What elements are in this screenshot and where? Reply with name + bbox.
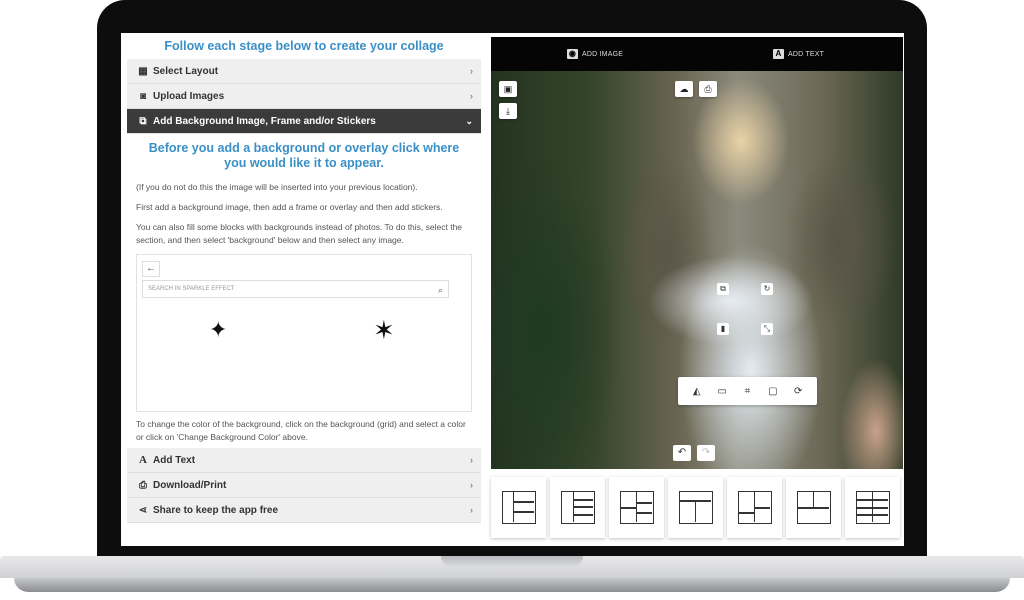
layout-option[interactable] [668, 477, 723, 538]
fill-color-icon[interactable]: ◭ [690, 386, 704, 397]
layout-grid-icon [737, 491, 772, 524]
layout-grid-icon [855, 491, 890, 524]
back-arrow-icon[interactable]: ← [142, 261, 160, 277]
print-icon[interactable]: ⎙ [699, 81, 717, 97]
add-text-label: ADD TEXT [788, 50, 825, 58]
crop-icon[interactable]: ⌗ [740, 386, 754, 397]
sparkle-sticker-2[interactable]: ✶ [373, 317, 395, 343]
printer-icon: ⎙ [139, 479, 147, 491]
editor-panel: ◉ ADD IMAGE A ADD TEXT ▣ ⤓ ☁ ⎙ ⧉ ↻ ▮ ⤡ ◭… [491, 37, 903, 546]
camera-icon: ◙ [139, 90, 147, 102]
editor-topbar: ◉ ADD IMAGE A ADD TEXT [491, 37, 903, 71]
camera-icon: ◉ [567, 49, 578, 59]
search-icon: ⌕ [437, 285, 443, 295]
refresh-icon[interactable]: ⟳ [791, 386, 805, 397]
layout-option[interactable] [609, 477, 664, 538]
layout-picker [491, 477, 903, 543]
share-icon: ⋖ [138, 504, 148, 516]
add-text-button[interactable]: A ADD TEXT [773, 49, 824, 59]
chevron-right-icon: › [470, 66, 473, 76]
frame-icon[interactable]: ▢ [766, 386, 780, 397]
chevron-down-icon: ⌄ [465, 115, 473, 126]
step-label: Add Background Image, Frame and/or Stick… [153, 115, 376, 127]
step-label: Share to keep the app free [153, 504, 279, 516]
instruction-text: First add a background image, then add a… [136, 202, 443, 212]
redo-icon[interactable]: ↷ [697, 445, 715, 461]
instruction-text: You can also fill some blocks with backg… [136, 222, 463, 245]
page-title: Follow each stage below to create your c… [164, 39, 444, 53]
layout-option[interactable] [845, 477, 900, 538]
collage-canvas[interactable]: ▣ ⤓ ☁ ⎙ ⧉ ↻ ▮ ⤡ ◭ ▭ ⌗ ▢ ⟳ ↶ ↷ [491, 71, 903, 469]
chevron-right-icon: › [470, 480, 473, 490]
step-add-background[interactable]: ⧉ Add Background Image, Frame and/or Sti… [127, 109, 481, 134]
undo-icon[interactable]: ↶ [673, 445, 691, 461]
laptop-base [0, 556, 1024, 596]
delete-icon[interactable]: ▮ [717, 323, 729, 335]
instruction-text: (If you do not do this the image will be… [136, 182, 418, 192]
layout-grid-icon [678, 491, 713, 524]
layout-grid-icon [619, 491, 654, 524]
element-toolbar: ◭ ▭ ⌗ ▢ ⟳ [678, 377, 817, 405]
layout-grid-icon [560, 491, 595, 524]
step-label: Download/Print [153, 479, 227, 491]
layout-option[interactable] [727, 477, 782, 538]
cloud-upload-icon[interactable]: ☁ [675, 81, 693, 97]
sparkle-sticker-1[interactable]: ✦ [209, 319, 227, 341]
layout-option[interactable] [786, 477, 841, 538]
step-download-print[interactable]: ⎙ Download/Print › [127, 473, 481, 498]
grid-icon: ▦ [138, 65, 148, 77]
chevron-right-icon: › [470, 91, 473, 101]
resize-icon[interactable]: ⤡ [761, 323, 773, 335]
layout-option[interactable] [550, 477, 605, 538]
steps-panel: Follow each stage below to create your c… [127, 33, 481, 546]
text-icon: A [773, 49, 784, 59]
step-upload-images[interactable]: ◙ Upload Images › [127, 84, 481, 109]
step-select-layout[interactable]: ▦ Select Layout › [127, 59, 481, 84]
layout-grid-icon [501, 491, 536, 524]
background-icon[interactable]: ▭ [715, 386, 729, 397]
image-stack-icon: ⧉ [139, 115, 147, 127]
step-add-text[interactable]: A Add Text › [127, 448, 481, 473]
layout-option[interactable] [491, 477, 546, 538]
layout-grid-icon [796, 491, 831, 524]
rotate-icon[interactable]: ↻ [761, 283, 773, 295]
save-icon[interactable]: ▣ [499, 81, 517, 97]
step-label: Select Layout [153, 65, 219, 77]
chevron-right-icon: › [470, 505, 473, 515]
background-color-tip: To change the color of the background, c… [136, 419, 466, 442]
search-placeholder: SEARCH IN SPARKLE EFFECT [148, 286, 235, 292]
add-image-button[interactable]: ◉ ADD IMAGE [567, 49, 623, 59]
duplicate-icon[interactable]: ⧉ [717, 283, 729, 295]
instruction-heading: Before you add a background or overlay c… [148, 141, 460, 170]
download-icon[interactable]: ⤓ [499, 103, 517, 119]
step-share[interactable]: ⋖ Share to keep the app free › [127, 498, 481, 523]
sticker-search-input[interactable]: SEARCH IN SPARKLE EFFECT ⌕ [142, 280, 449, 298]
add-image-label: ADD IMAGE [582, 50, 624, 58]
step-label: Upload Images [153, 90, 225, 102]
chevron-right-icon: › [470, 455, 473, 465]
text-icon: A [139, 454, 147, 466]
sticker-browser: ← SEARCH IN SPARKLE EFFECT ⌕ ✦ ✶ [136, 254, 472, 412]
step-label: Add Text [153, 454, 196, 466]
app-screen: Follow each stage below to create your c… [121, 33, 904, 546]
